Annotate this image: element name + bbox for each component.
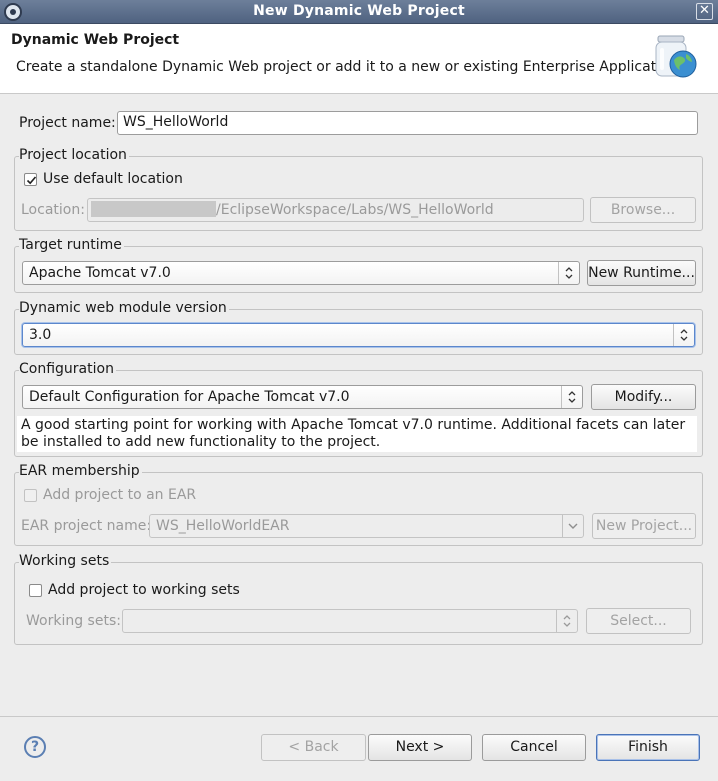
project-name-input[interactable]: WS_HelloWorld [117,111,698,135]
new-runtime-button[interactable]: New Runtime... [587,260,696,286]
working-sets-heading: Working sets [19,553,112,569]
project-location-heading: Project location [19,147,129,163]
working-sets-select[interactable] [122,609,578,633]
updown-arrow-icon [673,324,694,346]
working-sets-label: Working sets: [26,613,121,629]
module-version-value: 3.0 [29,327,52,343]
configuration-description: A good starting point for working with A… [17,416,697,452]
jar-globe-icon [655,35,697,78]
module-version-heading: Dynamic web module version [19,300,229,316]
help-icon[interactable]: ? [24,736,46,758]
footer-separator [0,716,718,717]
cancel-button[interactable]: Cancel [482,734,586,761]
configuration-select[interactable]: Default Configuration for Apache Tomcat … [22,385,583,409]
browse-button[interactable]: Browse... [590,197,696,223]
chevron-down-icon [562,515,583,537]
updown-arrow-icon [556,610,577,632]
new-project-button[interactable]: New Project... [592,513,696,539]
updown-arrow-icon [558,262,579,284]
ear-project-name-value: WS_HelloWorldEAR [156,518,290,534]
window-titlebar: New Dynamic Web Project ✕ [0,0,718,24]
close-icon[interactable]: ✕ [696,3,713,20]
page-title: Dynamic Web Project [11,32,180,48]
add-to-working-sets-label: Add project to working sets [48,582,240,598]
updown-arrow-icon [561,386,582,408]
redacted-path [91,201,216,217]
ear-project-name-label: EAR project name: [21,518,152,534]
project-name-label: Project name: [19,115,116,131]
location-value: /EclipseWorkspace/Labs/WS_HelloWorld [216,202,494,218]
ear-project-name-select[interactable]: WS_HelloWorldEAR [149,514,584,538]
use-default-location-checkbox[interactable] [24,173,37,186]
ear-membership-heading: EAR membership [19,463,142,479]
back-button[interactable]: < Back [261,734,366,761]
select-working-sets-button[interactable]: Select... [586,608,691,634]
add-to-working-sets-checkbox[interactable] [29,584,42,597]
next-button[interactable]: Next > [368,734,472,761]
modify-button[interactable]: Modify... [591,384,696,410]
target-runtime-value: Apache Tomcat v7.0 [29,265,171,281]
add-to-ear-checkbox[interactable] [24,489,37,502]
page-description: Create a standalone Dynamic Web project … [16,59,682,75]
location-label: Location: [21,202,85,218]
target-runtime-select[interactable]: Apache Tomcat v7.0 [22,261,580,285]
window-title: New Dynamic Web Project [253,3,465,19]
target-runtime-heading: Target runtime [19,237,124,253]
finish-button[interactable]: Finish [596,734,700,761]
configuration-value: Default Configuration for Apache Tomcat … [29,389,350,405]
location-input[interactable]: /EclipseWorkspace/Labs/WS_HelloWorld [87,198,584,222]
use-default-location-label: Use default location [43,171,183,187]
wizard-header: Dynamic Web Project Create a standalone … [0,24,718,94]
module-version-select[interactable]: 3.0 [22,323,695,347]
configuration-heading: Configuration [19,361,116,377]
add-to-ear-label: Add project to an EAR [43,487,197,503]
